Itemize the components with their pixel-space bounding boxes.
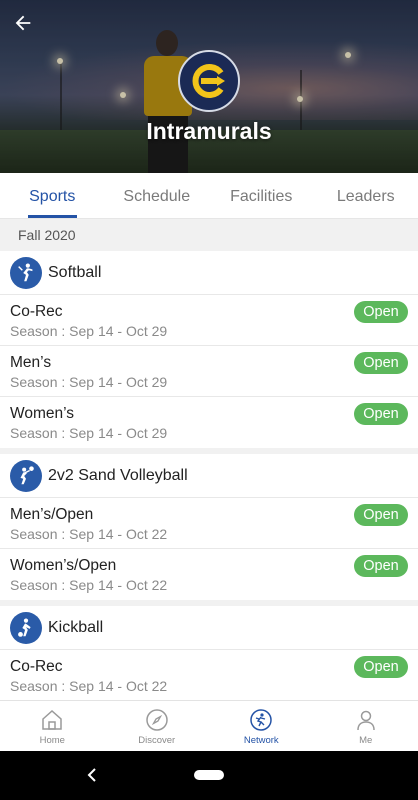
list-item[interactable]: Co-Rec Season : Sep 14 - Oct 29 Open	[0, 295, 418, 346]
system-home-pill[interactable]	[194, 770, 224, 780]
league-name: Co-Rec	[10, 658, 63, 675]
nav-label: Me	[359, 735, 373, 746]
kickball-player-icon	[10, 611, 42, 644]
sports-list: Fall 2020 Softball Co-Rec Season : Sep 1…	[0, 219, 418, 700]
season-header: Fall 2020	[0, 219, 418, 251]
sport-header-softball[interactable]: Softball	[0, 251, 418, 295]
home-icon	[42, 709, 62, 730]
sport-name: Kickball	[48, 618, 104, 636]
system-back-icon[interactable]	[83, 765, 101, 785]
arrow-left-icon	[15, 15, 31, 31]
nav-home[interactable]: Home	[0, 701, 105, 751]
page-title: Intramurals	[146, 118, 272, 144]
system-nav-bar	[0, 751, 418, 800]
volleyball-player-icon	[10, 459, 42, 492]
list-item[interactable]: Women’s Season : Sep 14 - Oct 29 Open	[0, 397, 418, 448]
tab-facilities[interactable]: Facilities	[209, 174, 314, 218]
status-badge[interactable]: Open	[354, 656, 408, 678]
list-item[interactable]: Women’s/Open Season : Sep 14 - Oct 22 Op…	[0, 549, 418, 600]
nav-label: Discover	[138, 735, 176, 746]
school-logo	[178, 50, 240, 112]
list-item[interactable]: Men’s Season : Sep 14 - Oct 29 Open	[0, 346, 418, 397]
sport-name: Softball	[48, 263, 102, 281]
school-logo-icon	[190, 62, 228, 100]
tab-bar: Sports Schedule Facilities Leaders	[0, 174, 418, 219]
status-badge[interactable]: Open	[354, 555, 408, 577]
league-season: Season : Sep 14 - Oct 29	[10, 374, 168, 390]
nav-label: Home	[39, 735, 65, 746]
league-season: Season : Sep 14 - Oct 29	[10, 323, 168, 339]
compass-icon	[146, 709, 168, 731]
league-name: Men’s	[10, 354, 52, 371]
tab-schedule[interactable]: Schedule	[105, 174, 210, 218]
league-name: Women’s	[10, 405, 75, 422]
list-item[interactable]: Men’s/Open Season : Sep 14 - Oct 22 Open	[0, 498, 418, 549]
status-badge[interactable]: Open	[354, 403, 408, 425]
sport-header-kickball[interactable]: Kickball	[0, 606, 418, 650]
header-banner: Intramurals	[0, 0, 418, 173]
league-season: Season : Sep 14 - Oct 22	[10, 678, 168, 694]
league-season: Season : Sep 14 - Oct 22	[10, 577, 168, 593]
nav-label: Network	[243, 735, 279, 746]
sport-header-volleyball[interactable]: 2v2 Sand Volleyball	[0, 454, 418, 498]
list-item[interactable]: Co-Rec Season : Sep 14 - Oct 22 Open	[0, 650, 418, 700]
status-badge[interactable]: Open	[354, 352, 408, 374]
bottom-nav: Home Discover Network Me	[0, 700, 418, 751]
person-icon	[357, 710, 375, 731]
tab-sports[interactable]: Sports	[0, 174, 105, 218]
league-season: Season : Sep 14 - Oct 29	[10, 425, 168, 441]
nav-me[interactable]: Me	[314, 701, 418, 751]
tab-leaders[interactable]: Leaders	[314, 174, 418, 218]
league-season: Season : Sep 14 - Oct 22	[10, 526, 168, 542]
sport-name: 2v2 Sand Volleyball	[48, 466, 188, 484]
status-badge[interactable]: Open	[354, 301, 408, 323]
league-name: Men’s/Open	[10, 506, 94, 523]
network-icon	[250, 709, 272, 731]
league-name: Co-Rec	[10, 303, 63, 320]
back-button[interactable]	[10, 10, 36, 36]
league-name: Women’s/Open	[10, 557, 117, 574]
nav-network[interactable]: Network	[209, 701, 314, 751]
nav-discover[interactable]: Discover	[105, 701, 210, 751]
status-badge[interactable]: Open	[354, 504, 408, 526]
softball-player-icon	[10, 256, 42, 289]
